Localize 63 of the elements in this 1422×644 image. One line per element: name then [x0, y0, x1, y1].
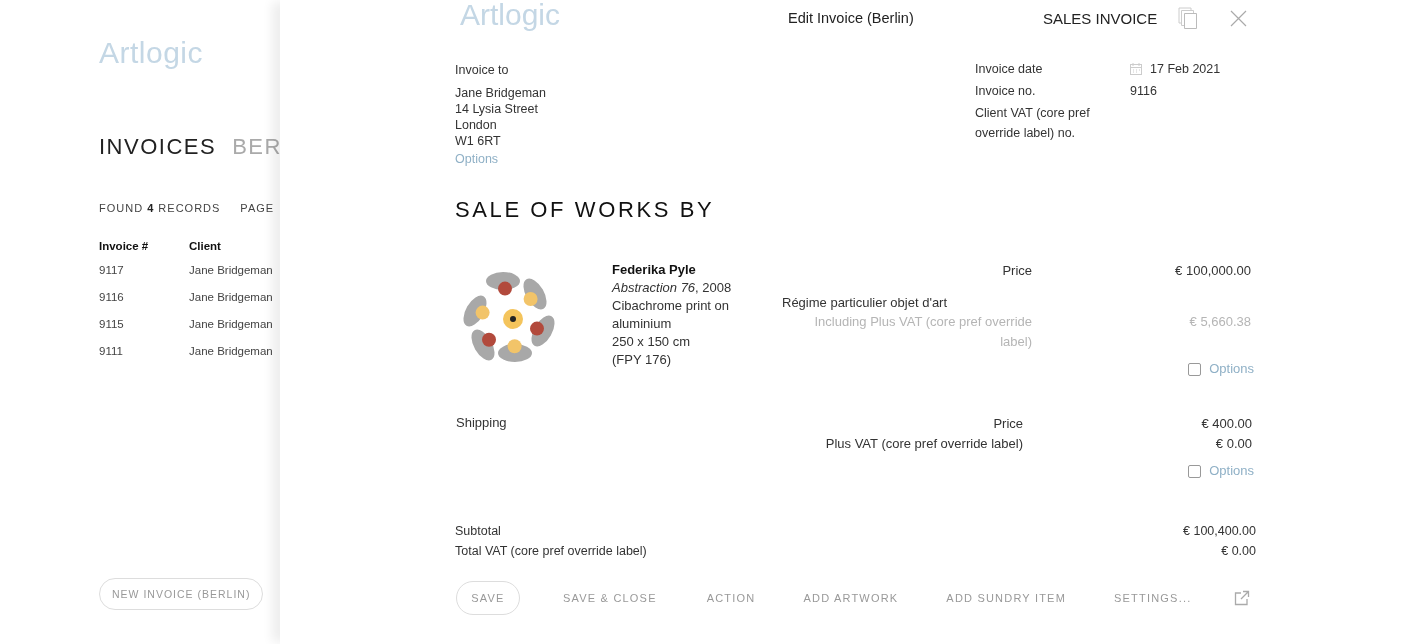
artwork-title: Abstraction 76, 2008 [612, 279, 733, 297]
address-line: Jane Bridgeman [455, 85, 547, 101]
copy-icon[interactable] [1178, 7, 1199, 29]
external-link-icon[interactable] [1234, 590, 1250, 606]
action-button[interactable]: SAVE & CLOSE [563, 592, 657, 604]
tax-regime: Régime particulier objet d'art [782, 295, 948, 310]
amount-label: Including Plus VAT (core pref override label) [813, 313, 1032, 351]
amount-label: Plus VAT (core pref override label) [825, 435, 1024, 453]
total-value: € 100,400.00 [1183, 523, 1256, 540]
amount-value: € 0.00 [1214, 435, 1252, 453]
amount-value: € 400.00 [1200, 415, 1252, 433]
invoice-type[interactable]: SALES INVOICE [1043, 9, 1158, 27]
close-icon[interactable] [1230, 9, 1248, 27]
table-cell-text: Jane Bridgeman [189, 317, 273, 332]
field-label: Invoice date [975, 61, 1044, 78]
amount-value: € 5,660.38 [1188, 313, 1251, 331]
artwork-dimensions: 250 x 150 cm [612, 333, 692, 351]
field-label: Invoice no. [975, 83, 1037, 100]
checkbox[interactable] [1188, 464, 1202, 478]
new-invoice-button[interactable]: NEW INVOICE (BERLIN) [99, 578, 264, 610]
table-cell-text: Jane Bridgeman [189, 263, 273, 278]
location-title: BER [232, 134, 280, 160]
total-value: € 0.00 [1220, 543, 1256, 560]
action-button[interactable]: ACTION [706, 592, 756, 604]
records-count: FOUND 4 RECORDS [99, 202, 221, 214]
amount-label: Price [1002, 262, 1032, 280]
address-line: W1 6RT [455, 133, 502, 149]
options-link[interactable]: Options [1209, 462, 1254, 480]
item-label: Shipping [456, 415, 507, 430]
address-line: London [455, 117, 498, 133]
options-link[interactable]: Options [1209, 360, 1254, 378]
table-cell: 9111 [99, 339, 189, 366]
field-value[interactable]: 9116 [1130, 81, 1256, 101]
action-button[interactable]: ADD SUNDRY ITEM [946, 592, 1067, 604]
action-button[interactable]: SETTINGS... [1114, 592, 1192, 604]
artist-name: Federika Pyle [612, 261, 697, 279]
checkbox[interactable] [1188, 362, 1202, 376]
panel-title: Edit Invoice (Berlin) [788, 10, 915, 26]
artwork-medium: Cibachrome print on aluminium [612, 297, 731, 333]
total-label: Subtotal [455, 523, 502, 540]
column-header: Client [189, 240, 222, 254]
column-header: Invoice # [99, 240, 189, 258]
total-label: Total VAT (core pref override label) [455, 543, 648, 560]
field-label: Client VAT (core pref override label) no. [975, 105, 1091, 142]
page-title: INVOICES [99, 134, 217, 160]
amount-label: Price [993, 415, 1024, 433]
table-cell: 9115 [99, 312, 189, 339]
options-link[interactable]: Options [455, 151, 499, 167]
table-cell-text: Jane Bridgeman [189, 290, 273, 305]
field-label: Invoice to [455, 62, 510, 78]
logo: Artlogic [99, 36, 204, 70]
table-cell: 9116 [99, 285, 189, 312]
calendar-icon[interactable] [1130, 63, 1142, 75]
action-button[interactable]: ADD ARTWORK [803, 592, 899, 604]
page-label: PAGE [240, 202, 275, 214]
section-title: SALE OF WORKS BY [455, 197, 715, 223]
date-value[interactable]: 17 Feb 2021 [1150, 59, 1221, 79]
table-cell-text: Jane Bridgeman [189, 344, 273, 359]
table-cell: 9117 [99, 258, 189, 285]
logo: Artlogic [460, 0, 561, 32]
amount-value: € 100,000.00 [1174, 262, 1251, 280]
address-line: 14 Lysia Street [455, 101, 539, 117]
artwork-reference: (FPY 176) [612, 351, 672, 369]
